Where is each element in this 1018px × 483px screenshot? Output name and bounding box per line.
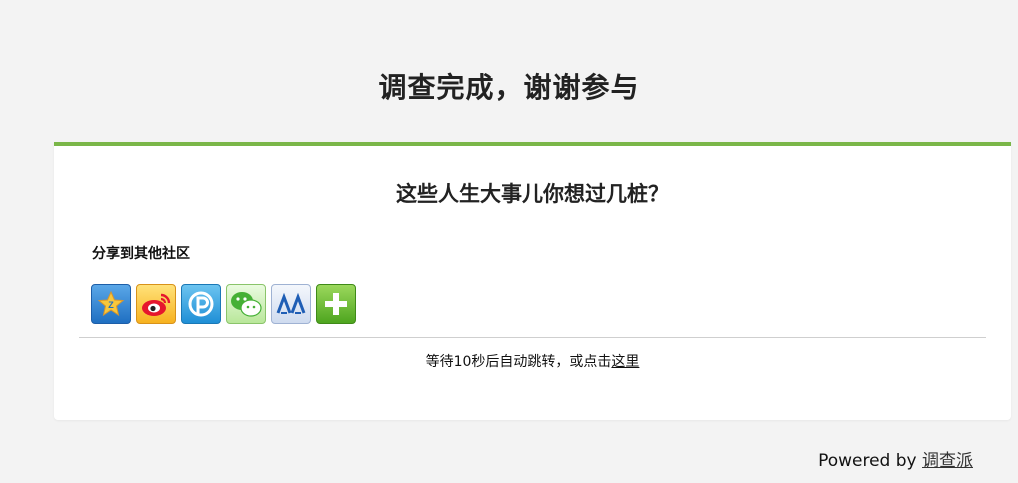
redirect-notice: 等待10秒后自动跳转，或点击这里: [54, 351, 1011, 371]
share-renren-button[interactable]: [271, 284, 311, 324]
weibo-icon: [142, 293, 171, 316]
share-weibo-button[interactable]: [136, 284, 176, 324]
redirect-here-link[interactable]: 这里: [611, 354, 639, 370]
svg-text:Z: Z: [108, 300, 114, 310]
share-wechat-button[interactable]: [226, 284, 266, 324]
brand-link[interactable]: 调查派: [922, 451, 973, 471]
divider: [79, 337, 986, 338]
page-title: 调查完成，谢谢参与: [378, 71, 640, 104]
share-more-button[interactable]: [316, 284, 356, 324]
survey-title: 这些人生大事儿你想过几桩？: [396, 181, 669, 206]
footer: Powered by 调查派: [818, 446, 973, 471]
powered-by-text: Powered by: [818, 451, 917, 471]
wechat-icon: [231, 292, 262, 317]
pengyou-icon: [188, 291, 214, 317]
share-pengyou-button[interactable]: [181, 284, 221, 324]
renren-icon: [276, 292, 306, 314]
share-qzone-button[interactable]: Z: [91, 284, 131, 324]
share-label: 分享到其他社区: [92, 246, 190, 262]
result-card: 这些人生大事儿你想过几桩？ 分享到其他社区 Z 等待10秒后自动跳转，或点击这里: [54, 142, 1011, 420]
qzone-icon: Z: [97, 290, 125, 317]
redirect-text: 等待10秒后自动跳转，或点击: [425, 354, 612, 370]
share-icons: Z: [91, 284, 356, 324]
more-share-icon: [325, 293, 347, 315]
